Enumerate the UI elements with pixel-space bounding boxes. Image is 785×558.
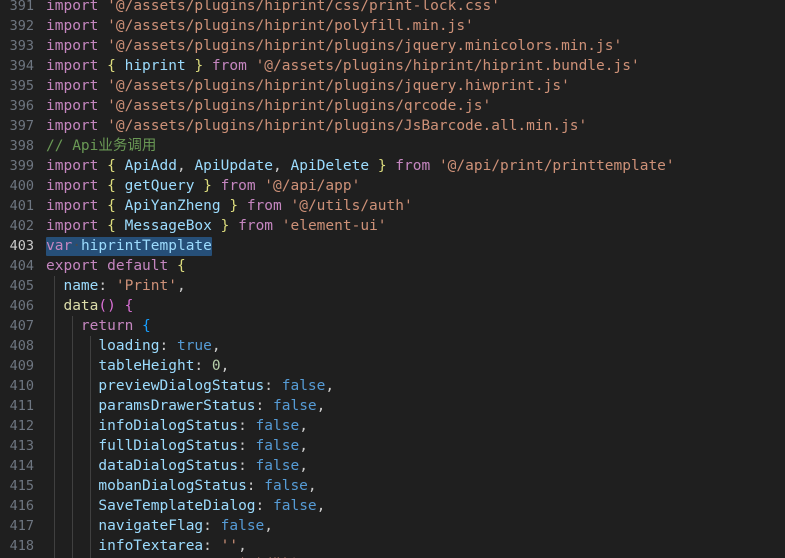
line-content: import { ApiAdd, ApiUpdate, ApiDelete } …	[46, 158, 675, 174]
line-content: import '@/assets/plugins/hiprint/css/pri…	[46, 0, 500, 14]
line-content: import '@/assets/plugins/hiprint/plugins…	[46, 118, 588, 134]
line-content: loading: true,	[98, 338, 221, 354]
line-content: import '@/assets/plugins/hiprint/plugins…	[46, 78, 570, 94]
line-content-comment: // Api业务调用	[46, 138, 157, 154]
line-number: 396	[9, 98, 34, 114]
line-number: 395	[9, 78, 34, 94]
line-number: 400	[9, 178, 34, 194]
code-line[interactable]: 412 infoDialogStatus: false,	[0, 416, 785, 436]
code-line[interactable]: 416 SaveTemplateDialog: false,	[0, 496, 785, 516]
code-line[interactable]: 399 import { ApiAdd, ApiUpdate, ApiDelet…	[0, 156, 785, 176]
line-number: 416	[9, 498, 34, 514]
line-number: 414	[9, 458, 34, 474]
line-content: import { MessageBox } from 'element-ui'	[46, 218, 387, 234]
line-number: 415	[9, 478, 34, 494]
line-number: 405	[9, 278, 34, 294]
code-line[interactable]: 391 import '@/assets/plugins/hiprint/css…	[0, 0, 785, 16]
line-content: mobanDialogStatus: false,	[98, 478, 317, 494]
line-content: export default {	[46, 258, 186, 274]
line-number: 402	[9, 218, 34, 234]
line-number: 399	[9, 158, 34, 174]
line-number: 398	[9, 138, 34, 154]
code-line[interactable]: 411 paramsDrawerStatus: false,	[0, 396, 785, 416]
code-line[interactable]: 408 loading: true,	[0, 336, 785, 356]
line-number: 391	[9, 0, 34, 14]
line-number: 404	[9, 258, 34, 274]
code-line[interactable]: 393 import '@/assets/plugins/hiprint/plu…	[0, 36, 785, 56]
code-line-list: 391 import '@/assets/plugins/hiprint/css…	[0, 0, 785, 558]
code-line[interactable]: 401 import { ApiYanZheng } from '@/utils…	[0, 196, 785, 216]
code-line[interactable]: 392 import '@/assets/plugins/hiprint/pol…	[0, 16, 785, 36]
code-line[interactable]: 402 import { MessageBox } from 'element-…	[0, 216, 785, 252]
line-content: data() {	[63, 298, 134, 314]
line-number: 413	[9, 438, 34, 454]
line-number: 406	[9, 298, 34, 314]
line-number: 397	[9, 118, 34, 134]
code-line[interactable]: 398 // Api业务调用	[0, 136, 785, 156]
code-line-active[interactable]: 403 var·hiprintTemplate	[0, 236, 785, 256]
line-content-selected: var·hiprintTemplate	[46, 237, 212, 256]
line-content: import { hiprint } from '@/assets/plugin…	[46, 58, 640, 74]
line-number: 408	[9, 338, 34, 354]
code-line[interactable]: 414 dataDialogStatus: false,	[0, 456, 785, 476]
line-content: infoTextarea: '',	[98, 538, 247, 554]
code-line[interactable]: 397 import '@/assets/plugins/hiprint/plu…	[0, 116, 785, 136]
line-number: 411	[9, 398, 34, 414]
line-number: 417	[9, 518, 34, 534]
code-line[interactable]: 418 infoTextarea: '',	[0, 536, 785, 556]
line-number: 412	[9, 418, 34, 434]
line-content: import { getQuery } from '@/api/app'	[46, 178, 361, 194]
line-content: import { ApiYanZheng } from '@/utils/aut…	[46, 198, 413, 214]
line-number: 394	[9, 58, 34, 74]
line-content: dataDialogStatus: false,	[98, 458, 308, 474]
code-line[interactable]: 405 name: 'Print',	[0, 276, 785, 296]
line-content: SaveTemplateDialog: false,	[98, 498, 326, 514]
line-content: import '@/assets/plugins/hiprint/polyfil…	[46, 18, 474, 34]
line-number: 418	[9, 538, 34, 554]
code-line[interactable]: 406 data() {	[0, 296, 785, 316]
line-content: navigateFlag: false,	[98, 518, 274, 534]
code-line[interactable]: 417 navigateFlag: false,	[0, 516, 785, 536]
code-line[interactable]: 407 return {	[0, 316, 785, 336]
line-number: 401	[9, 198, 34, 214]
line-number: 393	[9, 38, 34, 54]
line-content: tableHeight: 0,	[98, 358, 230, 374]
line-content: name: 'Print',	[63, 278, 186, 294]
line-content: fullDialogStatus: false,	[98, 438, 308, 454]
line-number: 392	[9, 18, 34, 34]
code-line[interactable]: 413 fullDialogStatus: false,	[0, 436, 785, 456]
code-editor[interactable]: 391 import '@/assets/plugins/hiprint/css…	[0, 0, 785, 558]
line-content: import '@/assets/plugins/hiprint/plugins…	[46, 98, 492, 114]
code-line[interactable]: 400 import { getQuery } from '@/api/app'	[0, 176, 785, 196]
line-content: previewDialogStatus: false,	[98, 378, 335, 394]
line-number: 407	[9, 318, 34, 334]
line-content: paramsDrawerStatus: false,	[98, 398, 326, 414]
code-line[interactable]: 396 import '@/assets/plugins/hiprint/plu…	[0, 96, 785, 116]
line-content: import '@/assets/plugins/hiprint/plugins…	[46, 38, 623, 54]
line-number: 410	[9, 378, 34, 394]
line-content: infoDialogStatus: false,	[98, 418, 308, 434]
code-line[interactable]: 410 previewDialogStatus: false,	[0, 376, 785, 396]
code-line[interactable]: 409 tableHeight: 0,	[0, 356, 785, 376]
code-line[interactable]: 404 export default {	[0, 256, 785, 276]
line-number: 409	[9, 358, 34, 374]
code-line[interactable]: 415 mobanDialogStatus: false,	[0, 476, 785, 496]
code-line[interactable]: 395 import '@/assets/plugins/hiprint/plu…	[0, 76, 785, 96]
line-content: return {	[80, 318, 151, 334]
code-line[interactable]: 394 import { hiprint } from '@/assets/pl…	[0, 56, 785, 76]
line-number-active: 403	[9, 238, 34, 254]
